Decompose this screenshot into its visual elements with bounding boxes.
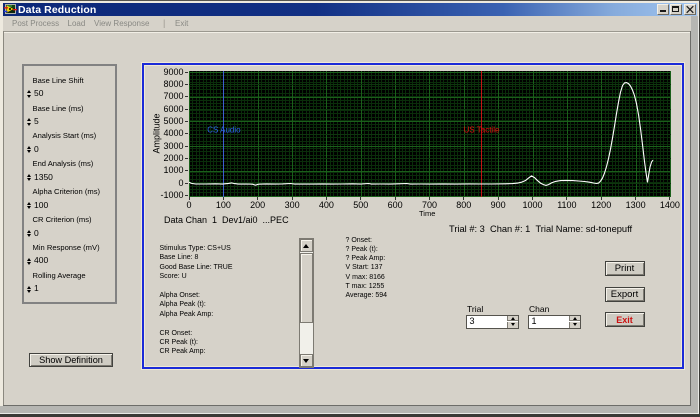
svg-text:CS Audio: CS Audio: [207, 125, 241, 134]
svg-text:US Tactile: US Tactile: [463, 125, 499, 134]
